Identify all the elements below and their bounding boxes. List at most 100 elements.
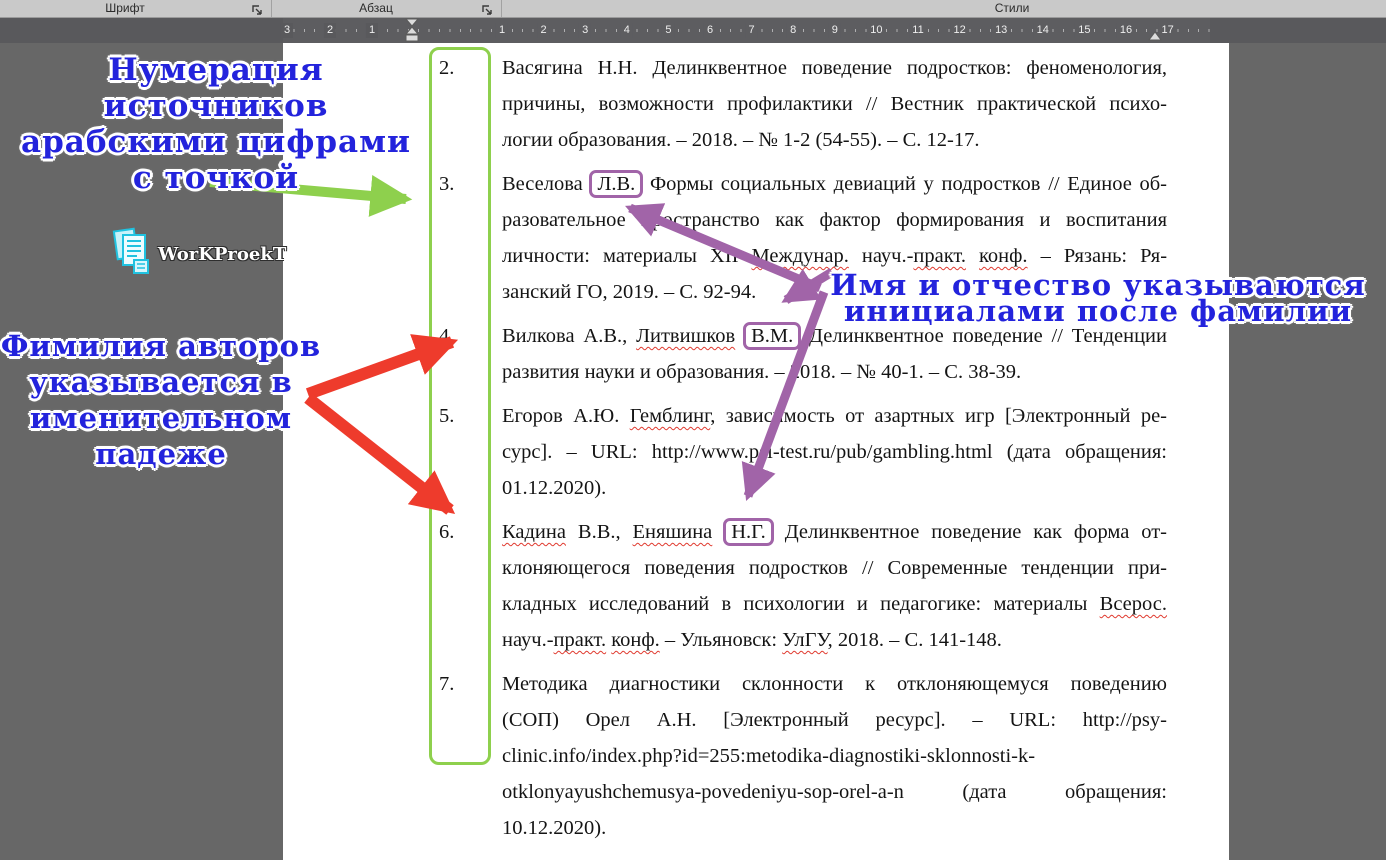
ribbon-divider xyxy=(271,0,272,17)
annotation-line: инициалами после фамилии xyxy=(828,298,1368,324)
documents-stack-icon xyxy=(112,226,152,283)
bib-item-text[interactable]: Вилкова А.В., Литвишков В.М. Делинквентн… xyxy=(502,318,1167,390)
text-segment xyxy=(966,245,979,267)
annotation-line: Нумерация источников xyxy=(0,52,432,124)
text-segment: кладных исследований в психологии и педа… xyxy=(502,593,1100,615)
annotation-surname-note: Фимилия авторовуказывается вименительном… xyxy=(0,328,322,472)
horizontal-ruler[interactable]: 3211234567891011121314151617 xyxy=(0,18,1386,43)
text-segment: Веселова xyxy=(502,173,590,195)
bib-line: причины, возможности профилактики // Вес… xyxy=(502,86,1167,122)
ruler-number: 7 xyxy=(746,23,758,38)
ruler-number: 3 xyxy=(579,23,591,38)
text-segment: науч.- xyxy=(502,629,554,651)
bib-line: Веселова Л.В. Формы социальных девиаций … xyxy=(502,166,1167,202)
bibliography-list[interactable]: 2.Васягина Н.Н. Делинквентное поведение … xyxy=(430,50,1167,854)
text-segment: Формы социальных девиаций у подростков /… xyxy=(642,173,1167,195)
bib-item[interactable]: 2.Васягина Н.Н. Делинквентное поведение … xyxy=(430,50,1167,158)
bib-line: разовательное пространство как фактор фо… xyxy=(502,202,1167,238)
right-indent-marker[interactable] xyxy=(1148,31,1162,41)
ruler-number: 9 xyxy=(829,23,841,38)
bib-item[interactable]: 4.Вилкова А.В., Литвишков В.М. Делинквен… xyxy=(430,318,1167,390)
ribbon-bar: Шрифт Абзац Стили xyxy=(0,0,1386,18)
bib-line: кладных исследований в психологии и педа… xyxy=(502,586,1167,622)
text-segment: разовательное пространство как фактор фо… xyxy=(502,209,1167,231)
bib-line: 10.12.2020). xyxy=(502,810,1167,846)
bib-item[interactable]: 5.Егоров А.Ю. Гемблинг, зависимость от а… xyxy=(430,398,1167,506)
bib-item[interactable]: 7.Методика диагностики склонности к откл… xyxy=(430,666,1167,846)
ruler-number: 2 xyxy=(538,23,550,38)
bib-item-text[interactable]: Васягина Н.Н. Делинквентное поведение по… xyxy=(502,50,1167,158)
text-segment: otklonyayushchemusya-povedeniyu-sop-orel… xyxy=(502,781,1167,803)
ruler-number: 4 xyxy=(621,23,633,38)
ruler-number: 5 xyxy=(662,23,674,38)
annotation-initials-note: Имя и отчество указываютсяинициалами пос… xyxy=(828,272,1368,324)
text-segment: , зависимость от азартных игр [Электронн… xyxy=(710,405,1167,427)
text-segment: – Ульяновск: xyxy=(660,629,782,651)
text-segment: развития науки и образования. – 2018. – … xyxy=(502,361,1021,383)
initials-highlight-box: Л.В. xyxy=(589,170,643,198)
dialog-launcher-icon[interactable] xyxy=(482,3,493,14)
text-segment: 01.12.2020). xyxy=(502,477,606,499)
ruler-number: 1 xyxy=(366,23,378,38)
annotation-line: Фимилия авторов xyxy=(0,328,322,364)
bib-line: развития науки и образования. – 2018. – … xyxy=(502,354,1167,390)
text-segment: сурс]. – URL: http://www.psi-test.ru/pub… xyxy=(502,441,1167,463)
misspelled-word: практ. xyxy=(554,629,607,651)
text-segment: занский ГО, 2019. – С. 92-94. xyxy=(502,281,756,303)
text-segment: логии образования. – 2018. – № 1-2 (54-5… xyxy=(502,129,979,151)
text-segment: причины, возможности профилактики // Вес… xyxy=(502,93,1167,115)
item-number: 6. xyxy=(430,514,502,658)
ribbon-group-font-label: Шрифт xyxy=(0,0,250,17)
item-number: 3. xyxy=(430,166,502,310)
bib-line: науч.-практ. конф. – Ульяновск: УлГУ, 20… xyxy=(502,622,1167,658)
misspelled-word: Кадина xyxy=(502,521,566,543)
bib-line: Методика диагностики склонности к отклон… xyxy=(502,666,1167,702)
bib-line: (СОП) Орел А.Н. [Электронный ресурс]. – … xyxy=(502,702,1167,738)
ruler-number: 13 xyxy=(992,23,1010,38)
text-segment: Васягина Н.Н. Делинквентное поведение по… xyxy=(502,57,1167,79)
ruler-number: 8 xyxy=(787,23,799,38)
bib-line: Кадина В.В., Еняшина Н.Г. Делинквентное … xyxy=(502,514,1167,550)
initials-highlight-box: Н.Г. xyxy=(723,518,774,546)
bib-item[interactable]: 6.Кадина В.В., Еняшина Н.Г. Делинквентно… xyxy=(430,514,1167,658)
misspelled-word: Междунар. xyxy=(751,245,848,267)
word-application-window: Шрифт Абзац Стили 3211234567891011121314… xyxy=(0,0,1386,860)
bib-line: логии образования. – 2018. – № 1-2 (54-5… xyxy=(502,122,1167,158)
annotation-line: с точкой xyxy=(0,160,432,196)
dialog-launcher-icon[interactable] xyxy=(252,3,263,14)
text-segment: clinic.info/index.php?id=255:metodika-di… xyxy=(502,745,1035,767)
annotation-line: указывается в xyxy=(0,364,322,400)
annotation-numbering-note: Нумерация источниковарабскими цифрамис т… xyxy=(0,52,432,196)
item-number: 2. xyxy=(430,50,502,158)
misspelled-word: конф. xyxy=(979,245,1028,267)
misspelled-word: Литвишков xyxy=(636,325,735,347)
item-number: 7. xyxy=(430,666,502,846)
bib-line: otklonyayushchemusya-povedeniyu-sop-orel… xyxy=(502,774,1167,810)
ruler-number: 14 xyxy=(1034,23,1052,38)
ruler-band: 3211234567891011121314151617 xyxy=(283,18,1210,43)
ruler-number: 6 xyxy=(704,23,716,38)
bib-item-text[interactable]: Методика диагностики склонности к отклон… xyxy=(502,666,1167,846)
ruler-number: 11 xyxy=(909,23,926,38)
text-segment: Егоров А.Ю. xyxy=(502,405,630,427)
text-segment: – Рязань: Ря- xyxy=(1028,245,1167,267)
ruler-number: 12 xyxy=(950,23,968,38)
bib-line: Егоров А.Ю. Гемблинг, зависимость от аза… xyxy=(502,398,1167,434)
bib-item-text[interactable]: Егоров А.Ю. Гемблинг, зависимость от аза… xyxy=(502,398,1167,506)
text-segment: 10.12.2020). xyxy=(502,817,606,839)
text-segment: науч.- xyxy=(849,245,914,267)
watermark-logo: WorKProekT xyxy=(112,226,286,283)
misspelled-word: практ. xyxy=(913,245,966,267)
misspelled-word: Еняшина xyxy=(633,521,713,543)
indent-marker[interactable] xyxy=(404,18,422,43)
ribbon-group-paragraph-label: Абзац xyxy=(272,0,480,17)
ruler-number: 15 xyxy=(1075,23,1093,38)
ribbon-group-styles-label: Стили xyxy=(962,0,1062,17)
text-segment: Делинквентное поведение // Тенденции xyxy=(800,325,1167,347)
bib-item-text[interactable]: Кадина В.В., Еняшина Н.Г. Делинквентное … xyxy=(502,514,1167,658)
misspelled-word: Всерос. xyxy=(1100,593,1167,615)
text-segment: В.В., xyxy=(566,521,633,543)
annotation-line: именительном xyxy=(0,400,322,436)
text-segment: (СОП) Орел А.Н. [Электронный ресурс]. – … xyxy=(502,709,1167,731)
ruler-number: 10 xyxy=(867,23,885,38)
